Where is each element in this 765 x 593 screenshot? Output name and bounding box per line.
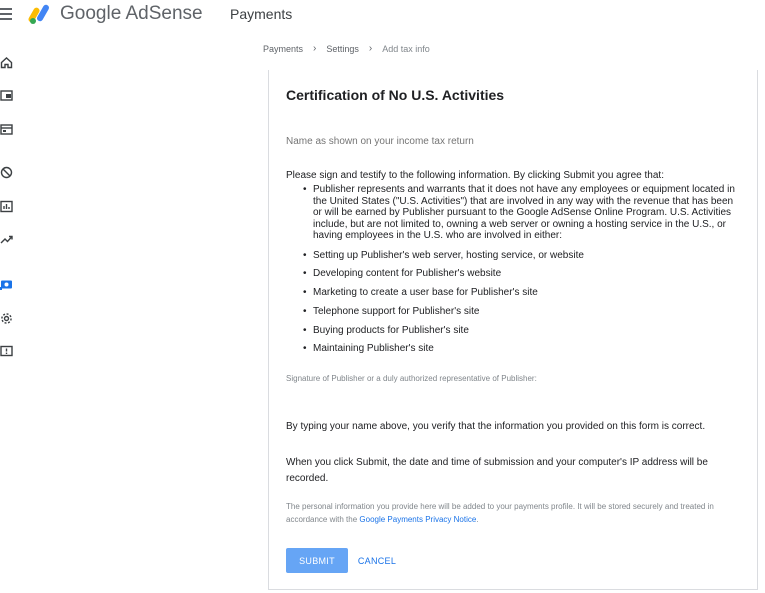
reports-icon[interactable] bbox=[0, 200, 13, 213]
list-item: Publisher represents and warrants that i… bbox=[303, 184, 743, 242]
sites-icon[interactable] bbox=[0, 89, 13, 102]
adsense-logo bbox=[28, 3, 52, 25]
optimization-icon[interactable] bbox=[0, 233, 13, 246]
tax-form-card: Certification of No U.S. Activities Plea… bbox=[268, 70, 758, 590]
breadcrumb-payments[interactable]: Payments bbox=[263, 44, 303, 54]
cancel-button[interactable]: CANCEL bbox=[355, 548, 399, 573]
form-title: Certification of No U.S. Activities bbox=[286, 87, 505, 103]
breadcrumb-settings[interactable]: Settings bbox=[326, 44, 359, 54]
privacy-body: The personal information you provide her… bbox=[286, 502, 714, 524]
chevron-right-icon: › bbox=[368, 43, 373, 54]
verify-text: By typing your name above, you verify th… bbox=[286, 421, 706, 432]
page-title: Payments bbox=[230, 6, 293, 22]
signature-label: Signature of Publisher or a duly authori… bbox=[286, 374, 537, 383]
privacy-end: . bbox=[476, 515, 479, 524]
submit-button[interactable]: SUBMIT bbox=[286, 548, 348, 573]
menu-icon[interactable] bbox=[0, 8, 12, 20]
list-item: Maintaining Publisher's site bbox=[303, 343, 743, 355]
policy-center-icon[interactable] bbox=[0, 345, 13, 358]
privacy-text: The personal information you provide her… bbox=[286, 500, 742, 526]
privacy-notice-link[interactable]: Google Payments Privacy Notice bbox=[359, 515, 476, 524]
name-field[interactable] bbox=[286, 134, 741, 148]
chevron-right-icon: › bbox=[313, 43, 317, 54]
certification-list: Publisher represents and warrants that i… bbox=[303, 184, 743, 362]
list-item: Buying products for Publisher's site bbox=[303, 325, 743, 337]
blocking-controls-icon[interactable] bbox=[0, 166, 13, 179]
list-item: Setting up Publisher's web server, hosti… bbox=[303, 250, 743, 262]
breadcrumb: Payments › Settings › Add tax info bbox=[263, 43, 430, 54]
list-item: Telephone support for Publisher's site bbox=[303, 306, 743, 318]
breadcrumb-current: Add tax info bbox=[382, 43, 430, 54]
list-item: Developing content for Publisher's websi… bbox=[303, 268, 743, 280]
list-item: Marketing to create a user base for Publ… bbox=[303, 287, 743, 299]
home-icon[interactable] bbox=[0, 56, 13, 69]
ads-icon[interactable] bbox=[0, 123, 13, 136]
settings-icon[interactable] bbox=[0, 312, 13, 325]
payments-icon[interactable] bbox=[0, 278, 13, 291]
intro-text: Please sign and testify to the following… bbox=[286, 170, 664, 181]
submission-note: When you click Submit, the date and time… bbox=[286, 457, 708, 484]
brand-name: Google AdSense bbox=[60, 3, 203, 24]
